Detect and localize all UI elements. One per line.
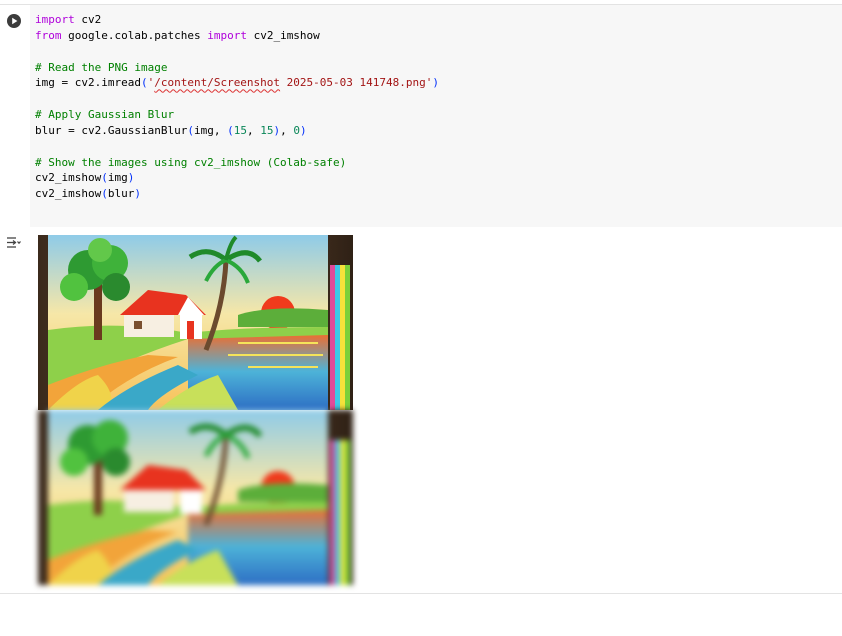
code-token: ) (432, 76, 440, 90)
code-token: ( (140, 76, 148, 90)
code-line[interactable]: # Read the PNG image (35, 61, 167, 74)
code-line[interactable]: # Show the images using cv2_imshow (Cola… (35, 156, 346, 169)
code-token: ( (187, 123, 194, 137)
code-token: /content/Screenshot (154, 76, 281, 90)
code-token: import (35, 13, 75, 26)
code-line[interactable]: blur = cv2.GaussianBlur(img, (15, 15), 0… (35, 124, 307, 137)
output-actions-icon[interactable] (6, 235, 22, 249)
code-token: cv2_imshow (246, 28, 320, 42)
code-text[interactable]: import cv2 from google.colab.patches imp… (30, 5, 842, 202)
code-token: ( (101, 171, 108, 185)
code-token: # Apply Gaussian Blur (35, 108, 175, 122)
code-token: 0 (293, 123, 300, 137)
code-token: , (280, 123, 294, 137)
code-token: blur = cv2.GaussianBlur (35, 123, 188, 137)
cell-gutter (0, 5, 30, 227)
code-token: img = cv2.imread (35, 76, 141, 90)
code-line[interactable]: cv2_imshow(blur) (35, 187, 141, 200)
bottom-divider (0, 593, 842, 594)
code-token: ) (134, 187, 141, 201)
code-line[interactable]: from google.colab.patches import cv2_ims… (35, 29, 320, 42)
code-token: ) (127, 171, 135, 185)
code-token: 15 (260, 123, 274, 137)
code-line[interactable]: img = cv2.imread('/content/Screenshot 20… (35, 76, 439, 89)
cell-output (0, 227, 842, 593)
code-token: ) (299, 123, 307, 137)
run-cell-button[interactable] (7, 14, 21, 28)
code-token: ( (101, 187, 108, 201)
code-token: 15 (233, 123, 247, 137)
code-token: blur (107, 187, 135, 201)
code-token: cv2_imshow (35, 187, 102, 201)
code-editor[interactable]: import cv2 from google.colab.patches imp… (30, 5, 842, 227)
play-icon (12, 17, 18, 25)
landscape-drawing (38, 235, 353, 410)
code-token: cv2_imshow (35, 171, 102, 185)
code-cell[interactable]: import cv2 from google.colab.patches imp… (0, 5, 842, 227)
code-token: # Show the images using cv2_imshow (Cola… (35, 155, 347, 169)
code-token: cv2 (74, 13, 102, 26)
landscape-drawing-blurred (38, 410, 353, 585)
code-line[interactable]: cv2_imshow(img) (35, 171, 134, 184)
code-line[interactable]: import cv2 (35, 13, 101, 26)
output-image-original (38, 235, 353, 410)
code-token: img, (193, 123, 228, 137)
code-line[interactable]: # Apply Gaussian Blur (35, 108, 174, 121)
code-token: img (107, 171, 128, 185)
code-token: ( (227, 123, 234, 137)
code-token: # Read the PNG image (35, 60, 168, 74)
code-token: google.colab.patches (61, 28, 208, 42)
output-image-blurred (38, 410, 353, 585)
code-token: import (207, 28, 247, 42)
code-token: 2025-05-03 141748.png' (280, 76, 433, 90)
code-token: from (35, 28, 62, 42)
code-token: , (246, 123, 261, 137)
